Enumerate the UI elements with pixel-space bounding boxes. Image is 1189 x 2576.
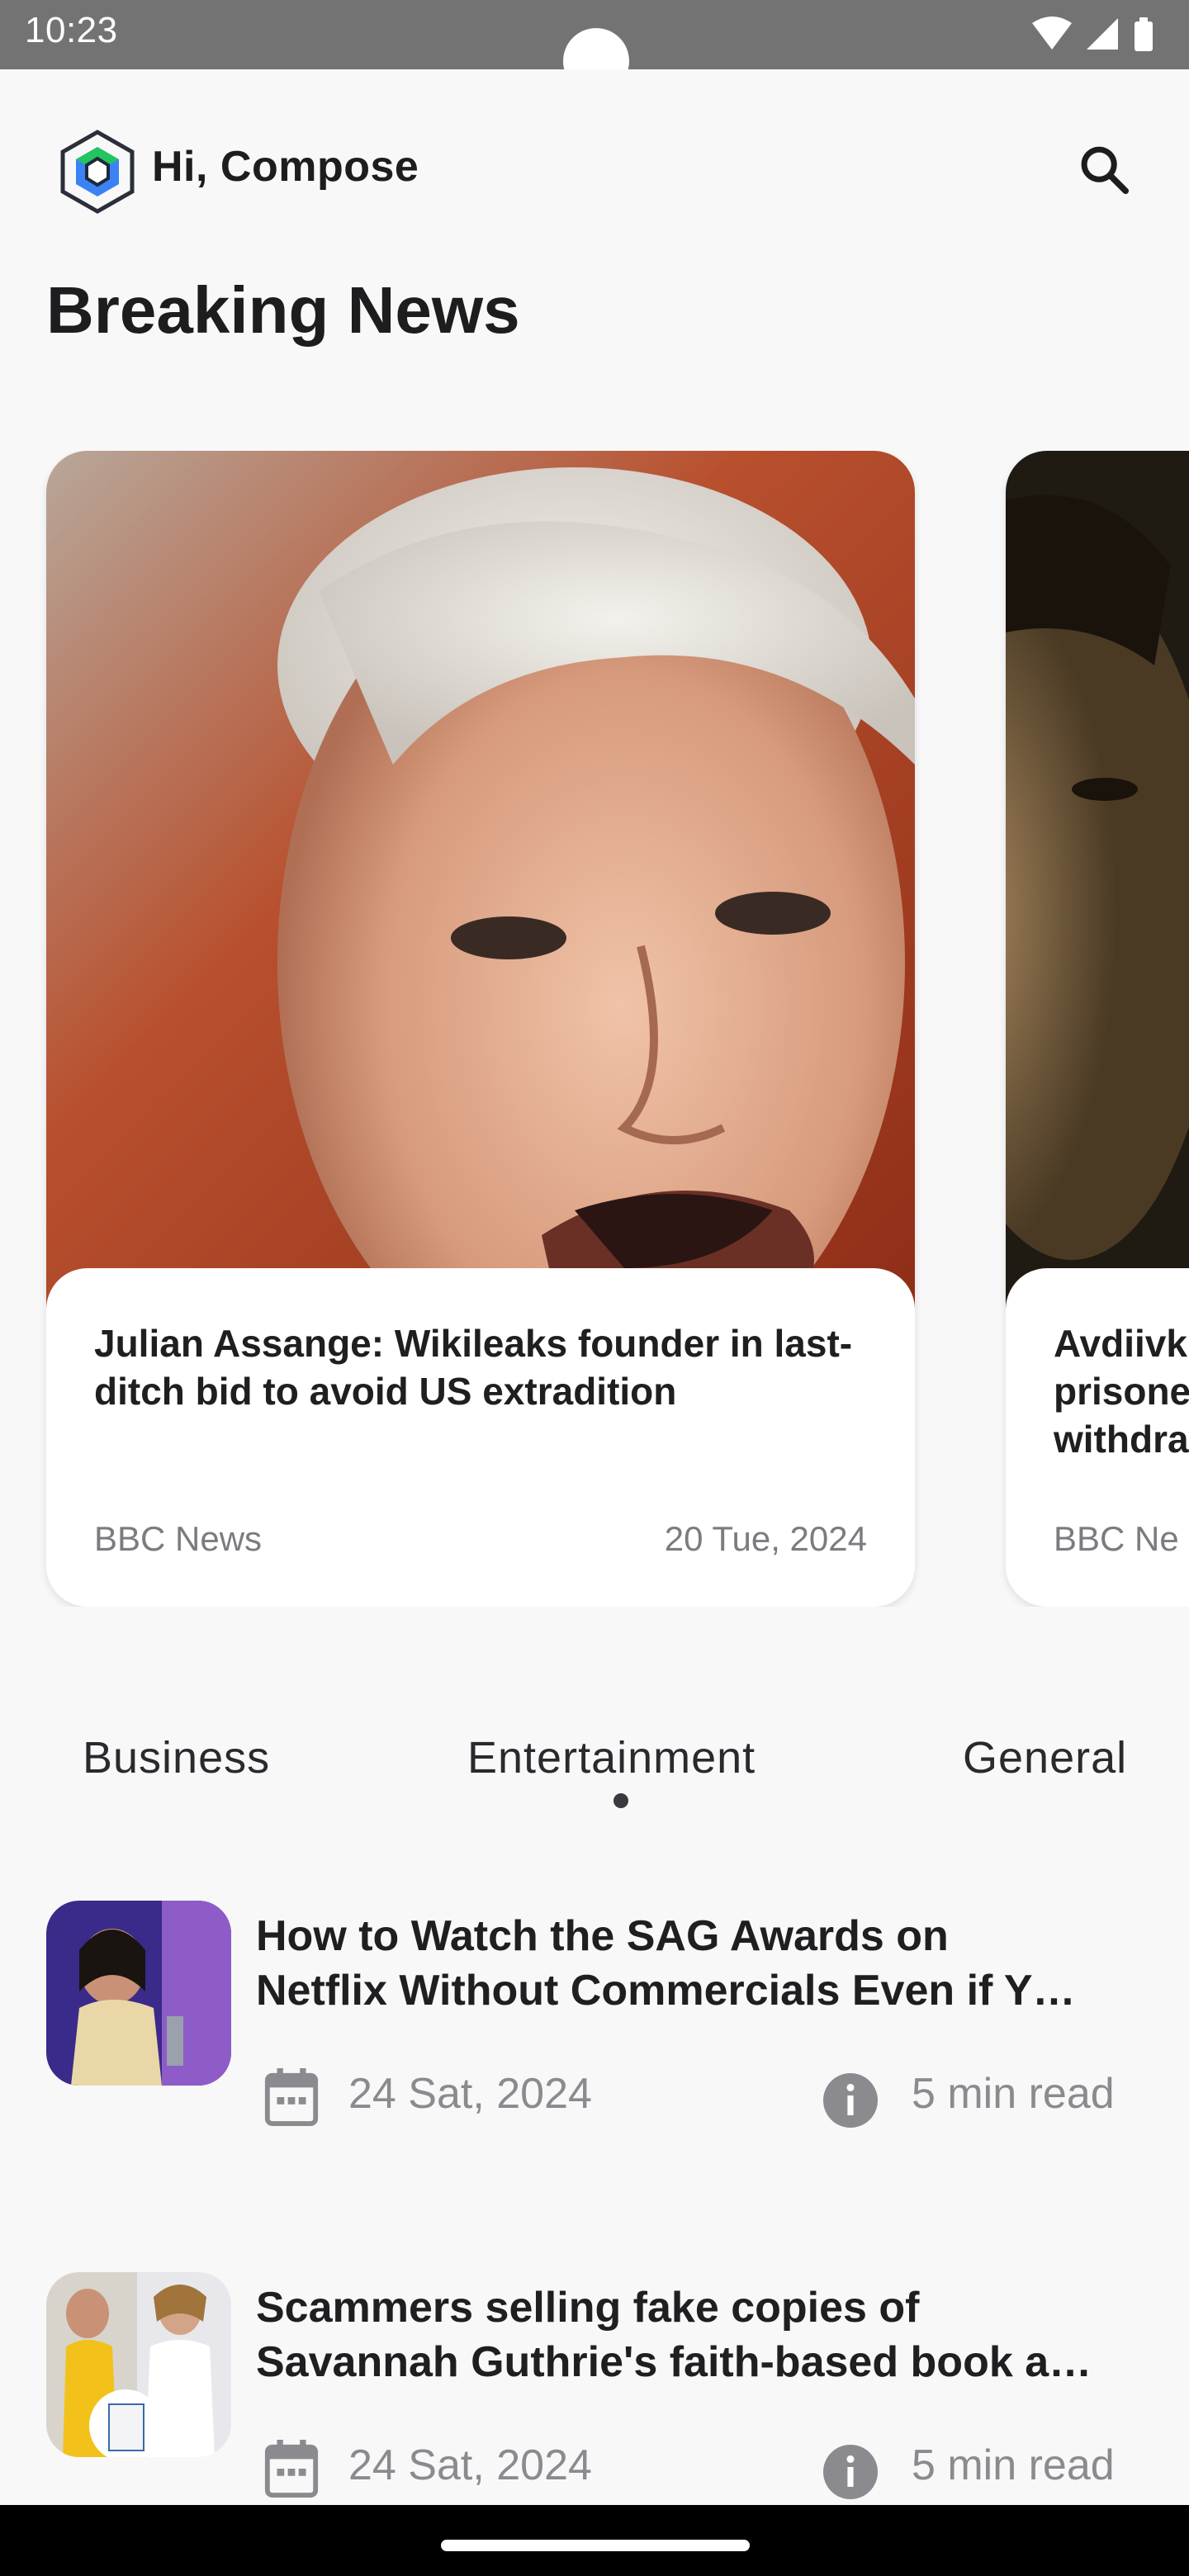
news-item-title: Scammers selling fake copies of Savannah… <box>256 2280 1148 2389</box>
breaking-news-card[interactable]: Avdiivk prisone withdra BBC Ne <box>1006 451 1189 1607</box>
info-icon <box>823 2073 878 2128</box>
home-gesture-handle[interactable] <box>441 2540 750 2551</box>
card-date: 20 Tue, 2024 <box>664 1519 867 1558</box>
news-item-date: 24 Sat, 2024 <box>348 2441 592 2489</box>
card-title: Julian Assange: Wikileaks founder in las… <box>94 1322 853 1413</box>
calendar-icon <box>264 2440 319 2498</box>
status-bar: 10:23 <box>0 0 1189 94</box>
card-body: Avdiivk prisone withdra BBC Ne <box>1006 1268 1189 1607</box>
news-photo <box>1006 451 1189 1309</box>
search-icon <box>1081 146 1130 195</box>
news-item-title-line: Netflix Without Commercials Even if Y… <box>256 1967 1076 2015</box>
hexagon-logo-icon <box>60 130 135 214</box>
news-thumbnail <box>46 1901 231 2086</box>
status-time: 10:23 <box>25 10 118 50</box>
news-item-date: 24 Sat, 2024 <box>348 2070 592 2118</box>
card-body: Julian Assange: Wikileaks founder in las… <box>46 1268 915 1607</box>
battery-icon <box>1135 17 1153 51</box>
status-icons <box>1032 17 1153 51</box>
breaking-news-carousel[interactable]: Julian Assange: Wikileaks founder in las… <box>0 451 1189 1607</box>
news-item-title-line: Scammers selling fake copies of <box>256 2284 920 2332</box>
card-source: BBC Ne <box>1054 1519 1179 1558</box>
app-bar: Hi, Compose <box>0 69 1189 268</box>
news-item-title-line: How to Watch the SAG Awards on <box>256 1912 949 1960</box>
news-thumbnail <box>46 2272 231 2457</box>
news-list-item[interactable]: Scammers selling fake copies of Savannah… <box>46 2272 1153 2520</box>
news-item-read-time: 5 min read <box>912 2441 1115 2489</box>
cellular-signal-icon <box>1087 18 1118 50</box>
search-button[interactable] <box>1068 134 1139 205</box>
selected-tab-indicator <box>613 1793 628 1808</box>
greeting-title: Hi, Compose <box>152 143 419 191</box>
tab-entertainment[interactable]: Entertainment <box>467 1732 756 1783</box>
news-list-item[interactable]: How to Watch the SAG Awards on Netflix W… <box>46 1901 1153 2148</box>
section-title-breaking-news: Breaking News <box>46 273 520 347</box>
news-item-title-line: Savannah Guthrie's faith-based book a… <box>256 2338 1092 2386</box>
news-item-read-time: 5 min read <box>912 2070 1115 2118</box>
news-photo <box>46 451 915 1309</box>
category-tabs[interactable]: Business Entertainment General <box>0 1717 1189 1816</box>
calendar-icon <box>264 2068 319 2127</box>
system-navigation-bar <box>0 2505 1189 2576</box>
card-source: BBC News <box>94 1519 263 1558</box>
card-title: Avdiivk prisone withdra <box>1054 1322 1189 1461</box>
news-item-title: How to Watch the SAG Awards on Netflix W… <box>256 1909 1148 2018</box>
tab-business[interactable]: Business <box>83 1732 270 1783</box>
tab-general[interactable]: General <box>963 1732 1127 1783</box>
wifi-icon <box>1032 17 1072 50</box>
info-icon <box>823 2445 878 2499</box>
breaking-news-card[interactable]: Julian Assange: Wikileaks founder in las… <box>46 451 915 1607</box>
